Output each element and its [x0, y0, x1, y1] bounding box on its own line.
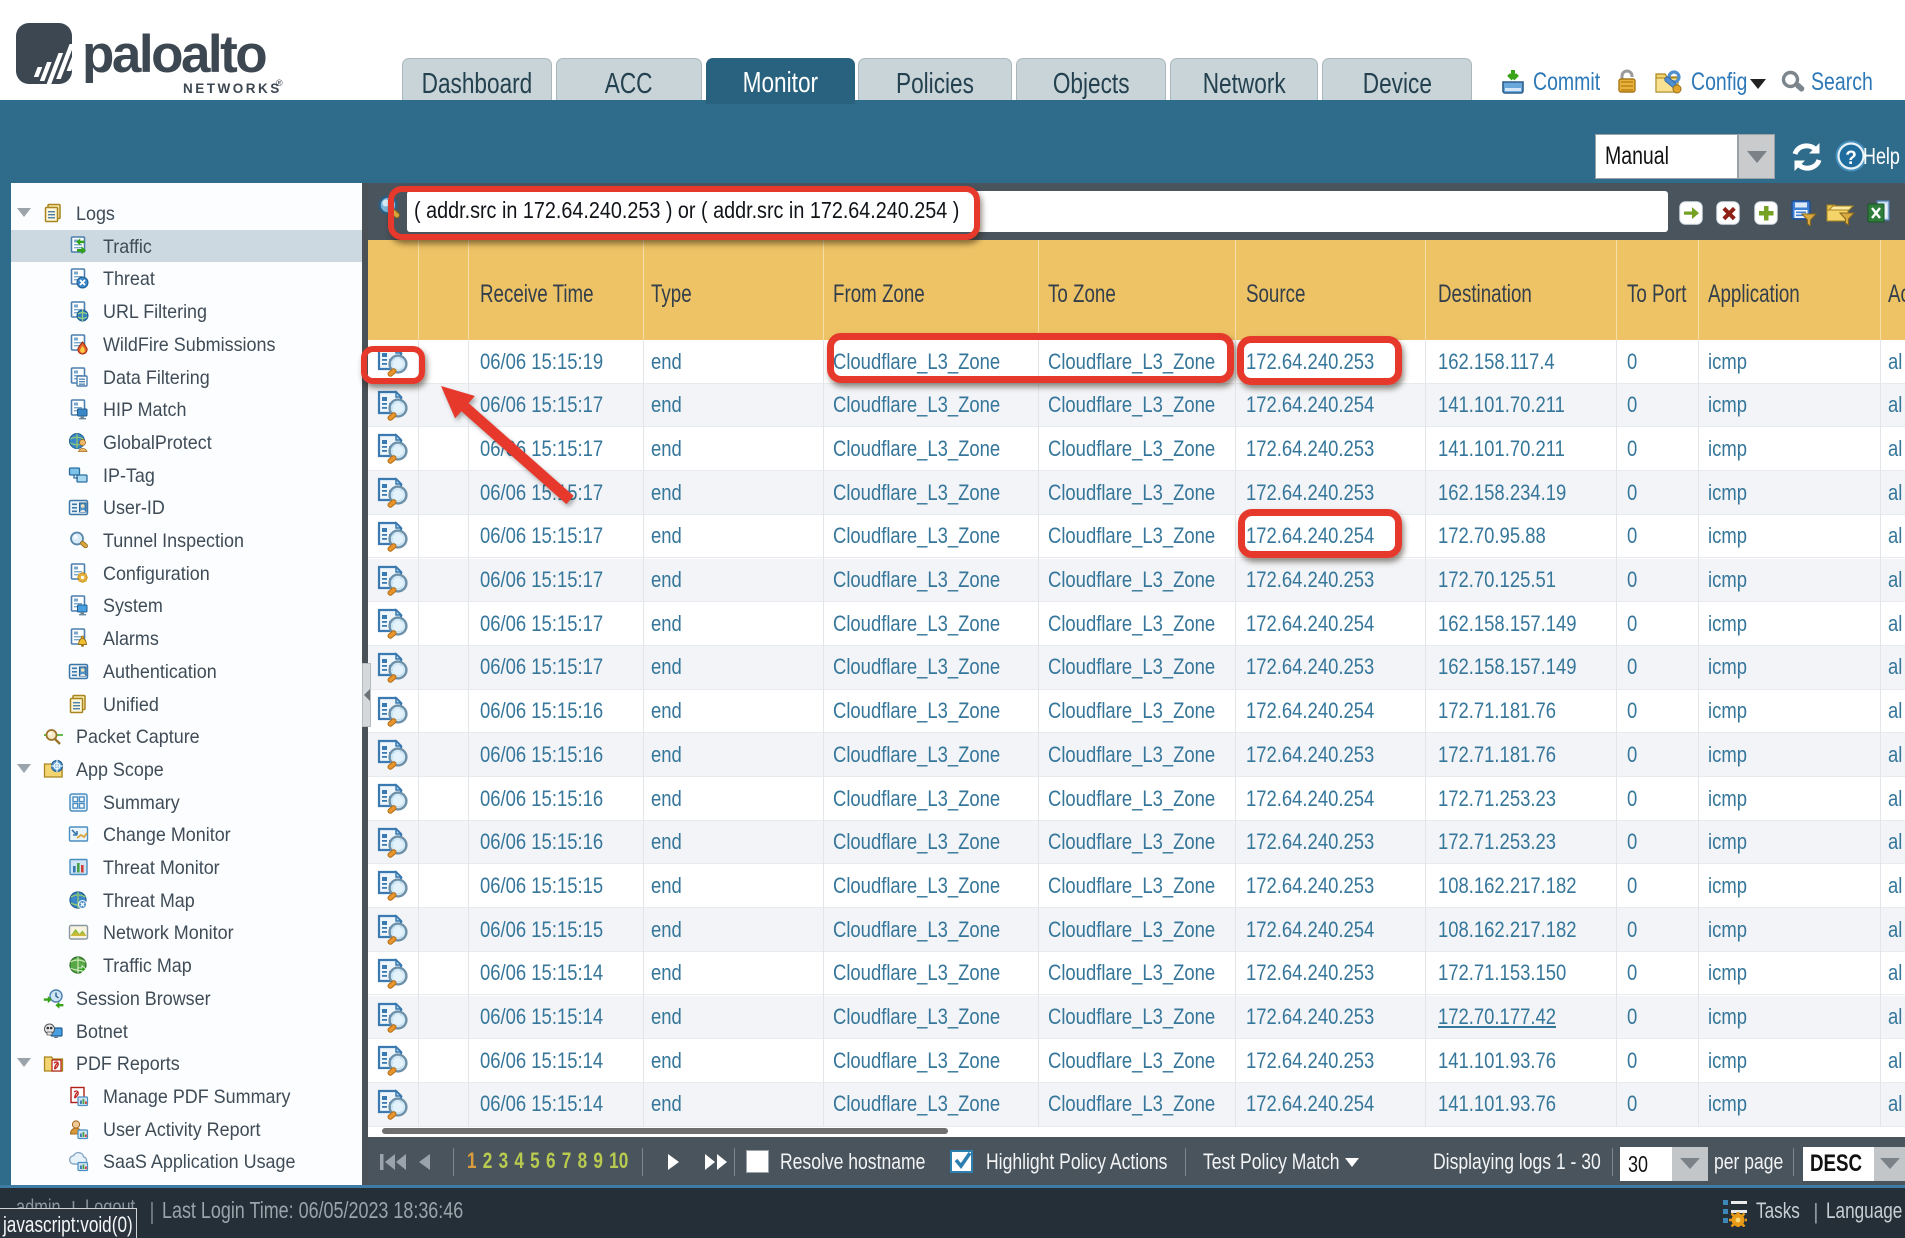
- svg-text:paloalto: paloalto: [82, 25, 266, 84]
- svg-text:®: ®: [276, 78, 283, 88]
- svg-text:NETWORKS: NETWORKS: [183, 81, 282, 96]
- svg-text:?: ?: [1845, 148, 1857, 169]
